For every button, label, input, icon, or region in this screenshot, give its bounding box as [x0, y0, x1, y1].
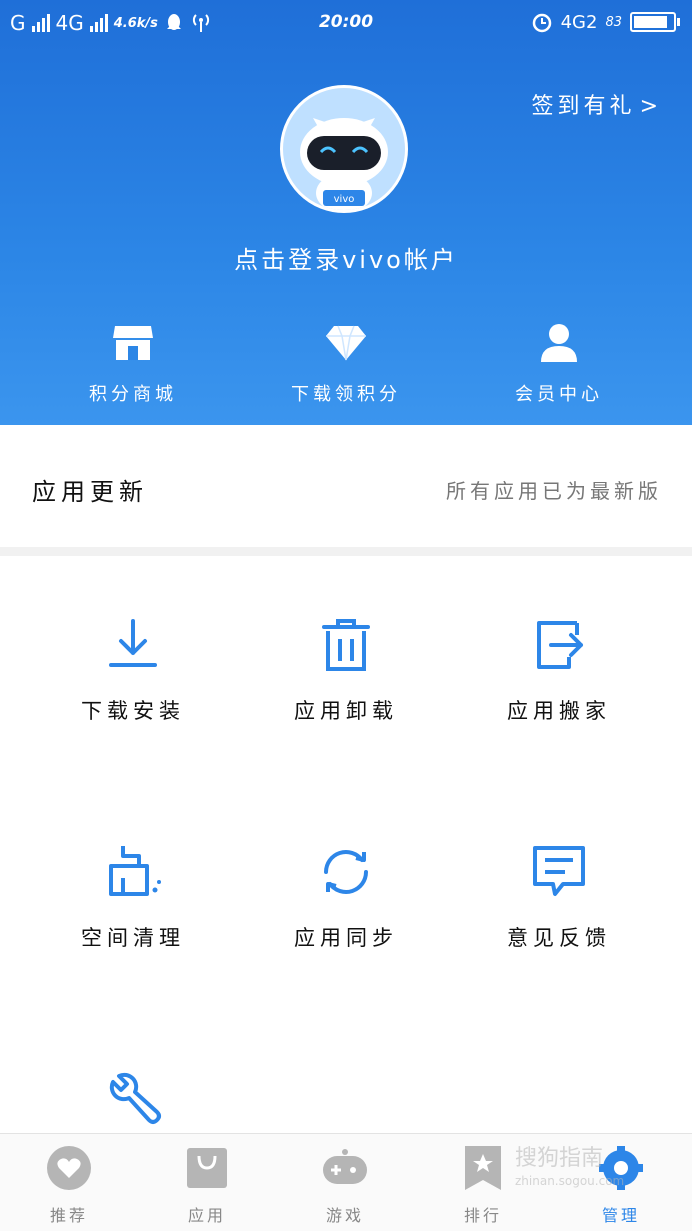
robot-mascot-icon: vivo	[283, 88, 405, 210]
app-update-title: 应用更新	[32, 478, 148, 506]
nav-label: 游戏	[325, 1206, 364, 1225]
feedback-icon	[533, 846, 585, 896]
tool-label: 意见反馈	[507, 926, 611, 950]
gamepad-icon	[323, 1149, 367, 1184]
wrench-icon	[109, 1072, 161, 1124]
nav-label: 排行	[463, 1206, 502, 1225]
person-icon	[541, 324, 577, 362]
broom-icon	[109, 846, 161, 896]
app-update-status: 所有应用已为最新版	[446, 479, 662, 503]
tool-label: 下载安装	[81, 699, 185, 723]
quick-link-member-center[interactable]: 会员中心	[459, 320, 659, 406]
store-icon	[113, 326, 153, 360]
quick-link-label: 积分商城	[89, 384, 177, 405]
nav-label: 推荐	[49, 1206, 88, 1225]
checkin-label: 签到有礼	[531, 94, 636, 119]
tool-label: 应用同步	[294, 926, 398, 950]
avatar[interactable]: vivo	[280, 85, 408, 213]
chevron-right-icon: >	[639, 94, 662, 119]
tool-feedback[interactable]: 意见反馈	[444, 842, 674, 952]
watermark-url: zhinan.sogou.com	[515, 1174, 625, 1188]
alarm-icon	[532, 13, 551, 33]
quick-link-points-store[interactable]: 积分商城	[33, 320, 233, 406]
watermark: 搜狗指南 zhinan.sogou.com	[515, 1140, 624, 1188]
quick-link-download-points[interactable]: 下载领积分	[246, 320, 446, 406]
app-update-row[interactable]: 应用更新 所有应用已为最新版	[0, 425, 692, 547]
tool-settings[interactable]	[18, 1068, 248, 1128]
quick-link-label: 下载领积分	[291, 384, 401, 405]
status-right: 4G2 83	[531, 11, 680, 33]
tool-label: 应用卸载	[294, 699, 398, 723]
quick-link-label: 会员中心	[515, 384, 603, 405]
nav-games[interactable]: 游戏	[276, 1144, 414, 1226]
bag-icon	[187, 1148, 227, 1188]
move-out-icon	[537, 621, 583, 669]
section-divider	[0, 547, 692, 556]
diamond-icon	[326, 325, 366, 361]
login-prompt[interactable]: 点击登录vivo帐户	[0, 240, 692, 275]
network-right: 4G2	[560, 11, 598, 33]
tool-app-move[interactable]: 应用搬家	[444, 615, 674, 725]
status-bar: G 4G 4.6k/s 20:00 4G2 83	[0, 0, 692, 48]
watermark-text: 搜狗指南	[515, 1146, 604, 1171]
tool-label: 应用搬家	[507, 699, 611, 723]
tool-space-cleanup[interactable]: 空间清理	[18, 842, 248, 952]
nav-recommend[interactable]: 推荐	[0, 1144, 138, 1226]
trash-icon	[322, 619, 370, 671]
avatar-badge: vivo	[334, 194, 355, 205]
heart-icon	[47, 1146, 91, 1190]
ranking-icon	[465, 1146, 501, 1190]
nav-apps[interactable]: 应用	[138, 1144, 276, 1226]
checkin-link[interactable]: 签到有礼 >	[532, 88, 662, 120]
battery-percent: 83	[605, 14, 622, 30]
tool-download-install[interactable]: 下载安装	[18, 615, 248, 725]
header-banner: G 4G 4.6k/s 20:00 4G2 83 签到有礼 > vivo 点击登…	[0, 0, 692, 425]
tool-uninstall[interactable]: 应用卸载	[231, 615, 461, 725]
nav-label: 应用	[187, 1206, 226, 1225]
download-icon	[109, 619, 157, 667]
tool-app-sync[interactable]: 应用同步	[231, 842, 461, 952]
nav-label: 管理	[601, 1206, 640, 1225]
tool-label: 空间清理	[81, 926, 185, 950]
sync-icon	[324, 850, 368, 894]
battery-icon	[630, 12, 680, 32]
